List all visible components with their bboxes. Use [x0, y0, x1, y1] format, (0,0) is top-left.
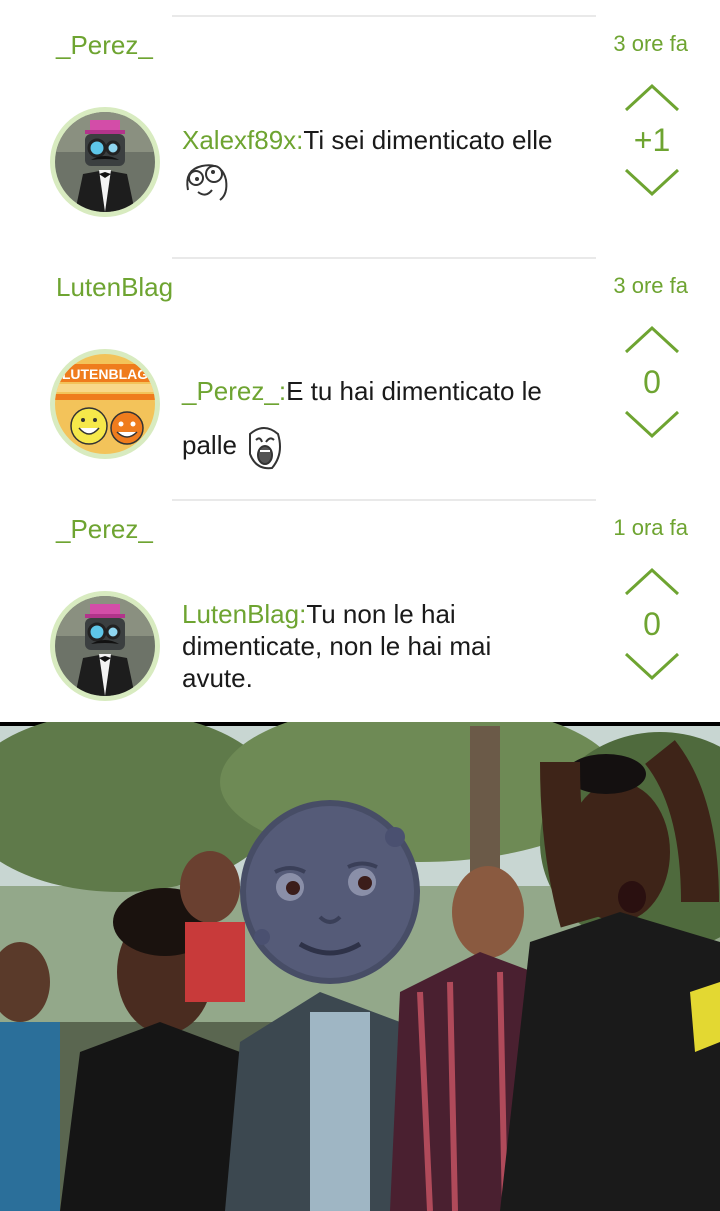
- comment-author[interactable]: _Perez_: [56, 514, 153, 545]
- vote-control: 0: [620, 320, 684, 444]
- reaction-meme-image: [0, 722, 720, 1211]
- comment-author[interactable]: _Perez_: [56, 30, 153, 61]
- upvote-chevron-icon[interactable]: [620, 320, 684, 360]
- comment-message: LutenBlag:Tu non le hai dimenticate, non…: [182, 598, 542, 694]
- divider: [172, 257, 596, 259]
- comment-time: 1 ora fa: [613, 515, 688, 540]
- lol-rage-face-icon: [249, 427, 282, 470]
- new-moon-with-face-icon: [240, 800, 420, 984]
- vote-control: 0: [620, 562, 684, 686]
- comment-message: Xalexf89x:Ti sei dimenticato elle: [182, 124, 582, 204]
- top-hat-robot-avatar: [55, 596, 155, 696]
- upvote-chevron-icon[interactable]: [620, 562, 684, 602]
- vote-control: +1: [620, 78, 684, 202]
- avatar[interactable]: [50, 107, 160, 217]
- downvote-chevron-icon[interactable]: [620, 404, 684, 444]
- mention-link[interactable]: Xalexf89x:: [182, 125, 303, 155]
- mention-link[interactable]: _Perez_:: [182, 376, 286, 406]
- comment-author[interactable]: LutenBlag: [56, 272, 173, 303]
- vote-score: 0: [643, 364, 661, 400]
- top-hat-robot-avatar: [55, 112, 155, 212]
- divider: [172, 499, 596, 501]
- vote-score: 0: [643, 606, 661, 642]
- avatar[interactable]: [50, 591, 160, 701]
- comment-text: Ti sei dimenticato elle: [303, 125, 553, 155]
- comment-message: _Perez_:E tu hai dimenticato le palle: [182, 364, 582, 472]
- reaction-crowd-picture: [0, 722, 720, 1211]
- derp-rage-face-icon: [186, 164, 228, 201]
- upvote-chevron-icon[interactable]: [620, 78, 684, 118]
- vote-score: +1: [633, 122, 671, 158]
- avatar-logo-text: LUTENBLAG: [62, 366, 148, 382]
- comment-time: 3 ore fa: [613, 273, 688, 298]
- avatar[interactable]: LUTENBLAG: [50, 349, 160, 459]
- mention-link[interactable]: LutenBlag:: [182, 599, 306, 629]
- comment-time: 3 ore fa: [613, 31, 688, 56]
- downvote-chevron-icon[interactable]: [620, 162, 684, 202]
- divider: [172, 15, 596, 17]
- comment-thread: _Perez_ 3 ore fa Xalexf89x:Ti sei diment…: [0, 0, 720, 722]
- lutenblag-logo-avatar: LUTENBLAG: [55, 354, 155, 454]
- downvote-chevron-icon[interactable]: [620, 646, 684, 686]
